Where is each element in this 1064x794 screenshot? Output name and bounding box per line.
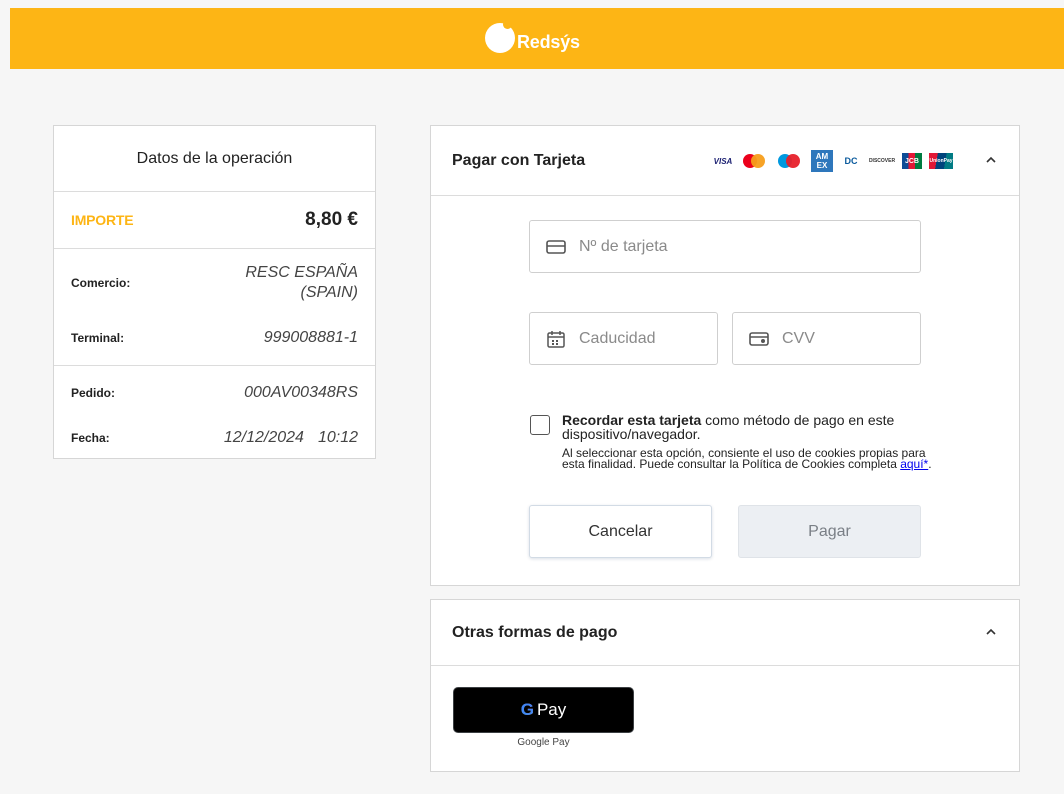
google-pay-button[interactable]: G Pay <box>453 687 634 733</box>
cvv-input[interactable] <box>782 329 920 348</box>
redsys-logo-mark-icon <box>485 20 515 53</box>
calendar-icon <box>545 330 567 348</box>
google-pay-label: Pay <box>536 700 567 719</box>
amount-label: IMPORTE <box>71 212 134 228</box>
card-brands: VISA AM EX DC DISCOVER JCB UnionPay <box>712 148 953 174</box>
visa-logo-icon: VISA <box>713 156 733 166</box>
amex-logo-icon: AM EX <box>811 150 833 172</box>
comercio-value-line2: (SPAIN) <box>300 284 358 301</box>
expiry-field[interactable] <box>529 312 718 365</box>
google-pay-caption: Google Pay <box>517 737 570 748</box>
comercio-value-line1: RESC ESPAÑA <box>245 264 358 281</box>
pedido-value: 000AV00348RS <box>244 384 358 401</box>
diners-logo-icon: DC <box>844 156 858 166</box>
fecha-time: 10:12 <box>317 429 358 446</box>
card-panel-title: Pagar con Tarjeta <box>452 151 586 169</box>
chevron-up-icon[interactable] <box>983 624 999 640</box>
cancel-button[interactable]: Cancelar <box>529 505 712 558</box>
comercio-label: Comercio: <box>71 276 131 290</box>
unionpay-logo-icon: UnionPay <box>929 153 953 169</box>
other-payments-title: Otras formas de pago <box>452 623 618 641</box>
amount-row: IMPORTE 8,80 € <box>54 192 375 249</box>
merchant-details: Comercio: RESC ESPAÑA (SPAIN) Terminal: … <box>54 249 375 366</box>
credit-card-icon <box>545 238 567 256</box>
amount-value: 8,80 € <box>305 209 358 230</box>
pedido-row: Pedido: 000AV00348RS <box>71 372 358 414</box>
card-number-input[interactable] <box>579 237 920 256</box>
fecha-value: 12/12/2024 10:12 <box>210 428 358 448</box>
terminal-label: Terminal: <box>71 331 125 345</box>
remember-card-text: Recordar esta tarjeta como método de pag… <box>562 413 930 441</box>
mastercard-logo-icon <box>741 152 769 170</box>
card-panel-header[interactable]: Pagar con Tarjeta VISA AM EX DC DISCOVER… <box>431 126 1019 196</box>
other-payments-header[interactable]: Otras formas de pago <box>431 600 1019 666</box>
card-cvv-icon <box>748 330 770 348</box>
card-number-field[interactable] <box>529 220 921 273</box>
terminal-value: 999008881-1 <box>263 329 358 346</box>
cookies-policy-link[interactable]: aquí* <box>900 457 928 471</box>
pedido-label: Pedido: <box>71 386 115 400</box>
pay-button[interactable]: Pagar <box>738 505 921 558</box>
comercio-row: Comercio: RESC ESPAÑA (SPAIN) <box>71 255 358 311</box>
fecha-row: Fecha: 12/12/2024 10:12 <box>71 414 358 462</box>
discover-logo-icon: DISCOVER <box>868 158 896 164</box>
remember-card-option: Recordar esta tarjeta como método de pag… <box>530 413 932 471</box>
terminal-row: Terminal: 999008881-1 <box>71 311 358 365</box>
operation-summary-panel: Datos de la operación IMPORTE 8,80 € Com… <box>53 125 376 459</box>
fecha-label: Fecha: <box>71 431 110 445</box>
expiry-input[interactable] <box>579 329 717 348</box>
redsys-logo-text: Redsýs <box>517 31 580 52</box>
cvv-field[interactable] <box>732 312 921 365</box>
remember-card-checkbox[interactable] <box>530 415 550 435</box>
summary-title: Datos de la operación <box>54 126 375 192</box>
card-payment-panel: Pagar con Tarjeta VISA AM EX DC DISCOVER… <box>430 125 1020 586</box>
cookies-notice-end: . <box>928 457 932 471</box>
cookies-notice-text: Al seleccionar esta opción, consiente el… <box>562 446 926 471</box>
redsys-logo: Redsýs <box>485 20 580 56</box>
google-g-icon: G <box>520 700 534 719</box>
comercio-value: RESC ESPAÑA (SPAIN) <box>245 263 358 303</box>
order-details: Pedido: 000AV00348RS Fecha: 12/12/2024 10… <box>54 366 375 462</box>
chevron-up-icon[interactable] <box>983 152 999 168</box>
maestro-logo-icon <box>776 152 804 170</box>
other-payment-methods-panel: Otras formas de pago G Pay Google Pay <box>430 599 1020 772</box>
jcb-logo-icon: JCB <box>902 153 922 169</box>
fecha-date: 12/12/2024 <box>223 429 304 446</box>
cookies-notice: Al seleccionar esta opción, consiente el… <box>562 446 932 471</box>
header-bar: Redsýs <box>10 8 1064 69</box>
